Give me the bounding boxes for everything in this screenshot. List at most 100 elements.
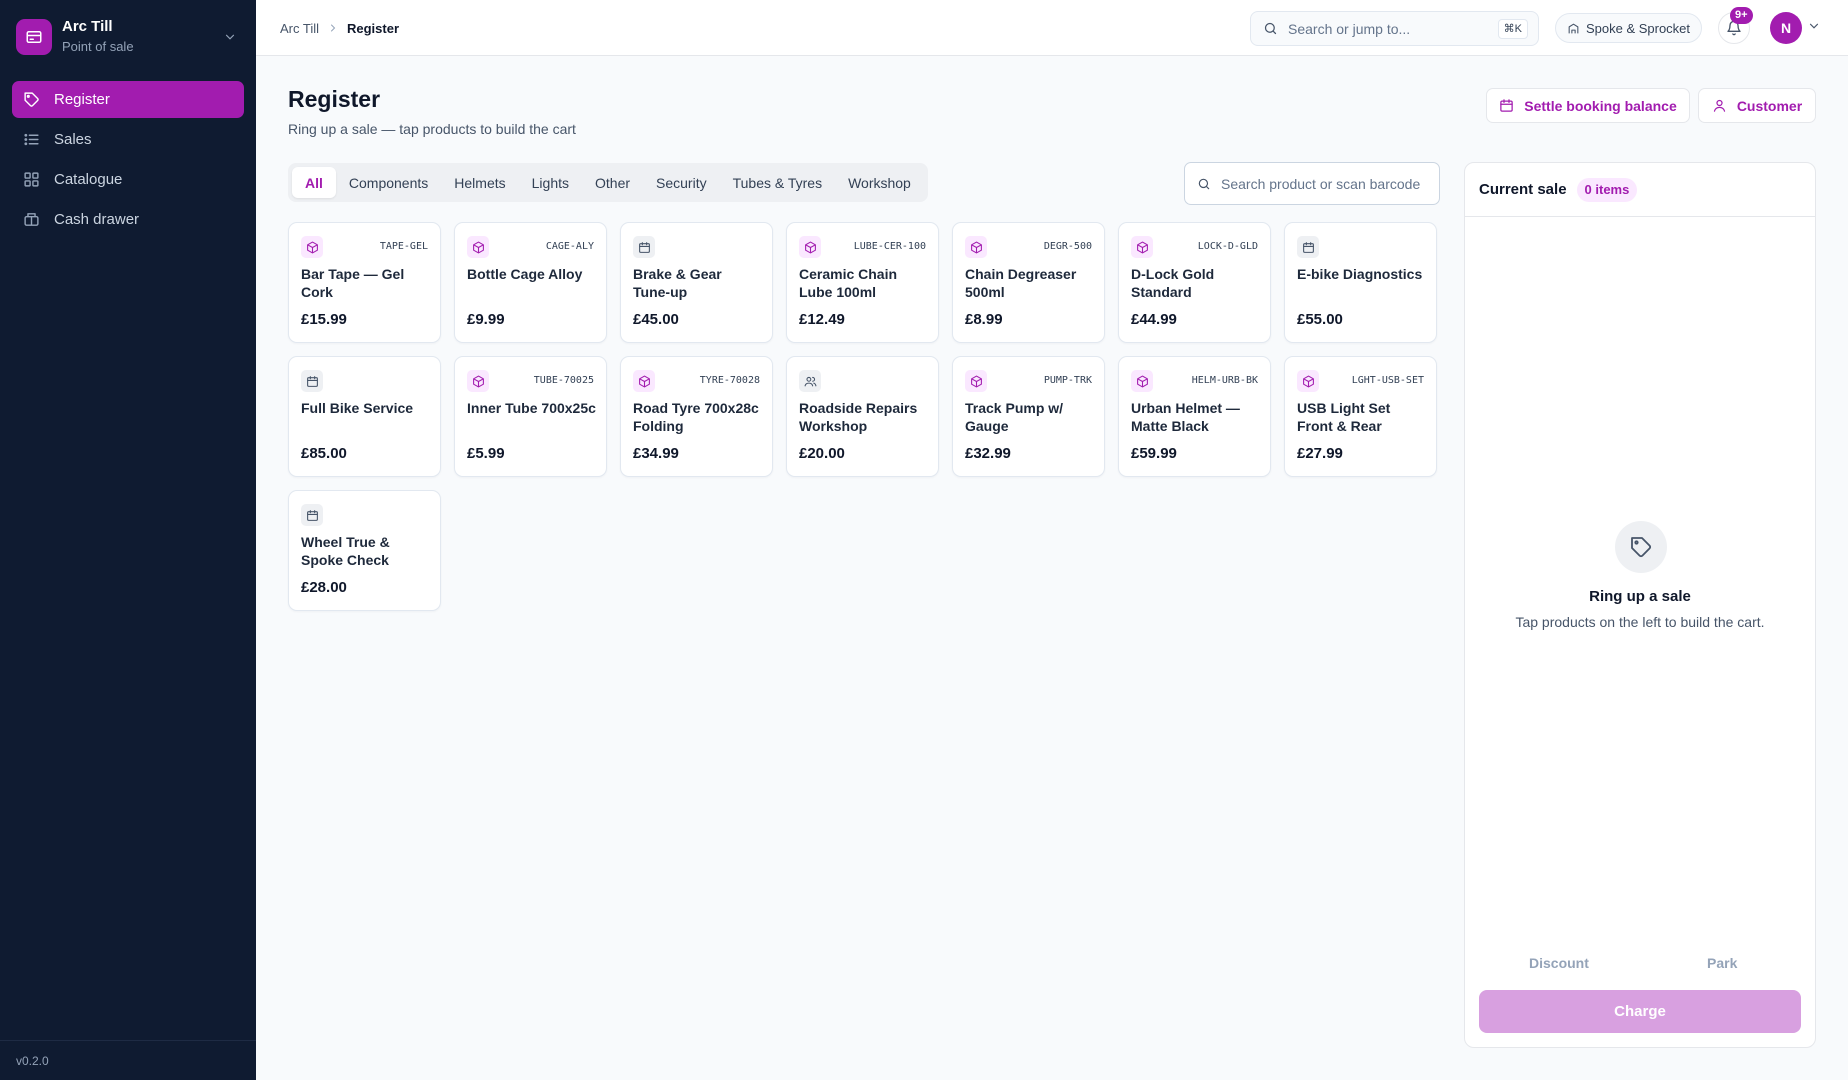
chevron-right-icon <box>327 22 339 34</box>
product-name: Chain Degreaser 500ml <box>965 266 1077 300</box>
topbar: Arc Till Register Search or jump to... ⌘… <box>256 0 1848 56</box>
users-icon <box>799 370 821 392</box>
tab-lights[interactable]: Lights <box>519 167 582 198</box>
product-price: £5.99 <box>467 445 505 462</box>
product-price: £8.99 <box>965 311 1003 328</box>
product-search-input[interactable]: Search product or scan barcode <box>1184 162 1440 205</box>
calendar-icon <box>301 370 323 392</box>
cart-title: Current sale <box>1479 181 1567 198</box>
product-card[interactable]: LOCK-D-GLD D-Lock Gold Standard £44.99 <box>1118 222 1271 343</box>
product-card[interactable]: Wheel True & Spoke Check £28.00 <box>288 490 441 611</box>
chevron-down-icon[interactable] <box>1807 19 1821 33</box>
cart-panel: Current sale 0 items Ring up a sale Tap … <box>1464 162 1816 1048</box>
sidebar: Arc Till Point of sale Register Sales Ca… <box>0 0 256 1080</box>
product-name: Wheel True & Spoke Check <box>301 534 390 568</box>
tab-security[interactable]: Security <box>643 167 720 198</box>
sidebar-item-register[interactable]: Register <box>12 81 244 118</box>
charge-button[interactable]: Charge <box>1479 990 1801 1033</box>
app-name: Arc Till <box>62 18 113 35</box>
product-sku: TUBE-70025 <box>533 375 594 386</box>
package-icon <box>301 236 323 258</box>
product-name: Ceramic Chain Lube 100ml <box>799 266 898 300</box>
tag-icon <box>1615 521 1667 573</box>
product-price: £85.00 <box>301 445 347 462</box>
product-price: £15.99 <box>301 311 347 328</box>
tab-all[interactable]: All <box>292 167 336 198</box>
product-name: Road Tyre 700x28c Folding <box>633 400 759 434</box>
product-card[interactable]: E-bike Diagnostics £55.00 <box>1284 222 1437 343</box>
product-search-placeholder: Search product or scan barcode <box>1221 175 1421 192</box>
product-price: £44.99 <box>1131 311 1177 328</box>
breadcrumb-current: Register <box>347 20 400 36</box>
product-card[interactable]: TYRE-70028 Road Tyre 700x28c Folding £34.9… <box>620 356 773 477</box>
product-card[interactable]: DEGR-500 Chain Degreaser 500ml £8.99 <box>952 222 1105 343</box>
discount-button[interactable]: Discount <box>1529 955 1589 971</box>
product-card[interactable]: LUBE-CER-100 Ceramic Chain Lube 100ml £12.… <box>786 222 939 343</box>
store-switcher-button[interactable]: Spoke & Sprocket <box>1555 13 1702 43</box>
package-icon <box>633 370 655 392</box>
app-switcher[interactable]: Arc Till Point of sale <box>12 14 244 60</box>
product-name: Bar Tape — Gel Cork <box>301 266 405 300</box>
tab-tubes-tyres[interactable]: Tubes & Tyres <box>720 167 835 198</box>
empty-cart-subtitle: Tap products on the left to build the ca… <box>1515 614 1765 630</box>
sidebar-item-catalogue[interactable]: Catalogue <box>12 161 244 198</box>
cart-header: Current sale 0 items <box>1465 163 1815 217</box>
product-card[interactable]: Full Bike Service £85.00 <box>288 356 441 477</box>
breadcrumb-link[interactable]: Arc Till <box>280 21 319 36</box>
tab-helmets[interactable]: Helmets <box>441 167 518 198</box>
product-price: £9.99 <box>467 311 505 328</box>
product-sku: TAPE-GEL <box>379 241 428 252</box>
product-card[interactable]: TUBE-70025 Inner Tube 700x25c £5.99 <box>454 356 607 477</box>
product-price: £12.49 <box>799 311 845 328</box>
calendar-icon <box>1297 236 1319 258</box>
product-card[interactable]: PUMP-TRK Track Pump w/ Gauge £32.99 <box>952 356 1105 477</box>
global-search-input[interactable]: Search or jump to... ⌘K <box>1250 11 1539 46</box>
product-card[interactable]: Brake & Gear Tune-up £45.00 <box>620 222 773 343</box>
calendar-icon <box>1499 98 1514 113</box>
product-name: Brake & Gear Tune-up <box>633 266 722 300</box>
package-icon <box>965 370 987 392</box>
product-name: Urban Helmet — Matte Black <box>1131 400 1240 434</box>
product-sku: CAGE-ALY <box>545 241 594 252</box>
breadcrumb: Arc Till Register <box>280 0 399 56</box>
customer-button[interactable]: Customer <box>1698 88 1816 123</box>
settle-booking-balance-button[interactable]: Settle booking balance <box>1486 88 1690 123</box>
product-price: £27.99 <box>1297 445 1343 462</box>
package-icon <box>467 370 489 392</box>
list-icon <box>22 131 40 149</box>
product-name: USB Light Set Front & Rear <box>1297 400 1391 434</box>
product-card[interactable]: LGHT-USB-SET USB Light Set Front & Rear £2… <box>1284 356 1437 477</box>
search-placeholder: Search or jump to... <box>1288 20 1411 37</box>
product-sku: HELM-URB-BK <box>1191 375 1258 386</box>
sidebar-item-cash-drawer[interactable]: Cash drawer <box>12 201 244 238</box>
keyboard-shortcut: ⌘K <box>1497 19 1528 39</box>
tab-workshop[interactable]: Workshop <box>835 167 924 198</box>
package-icon <box>1297 370 1319 392</box>
page-title: Register <box>288 86 381 112</box>
calendar-icon <box>301 504 323 526</box>
store-name: Spoke & Sprocket <box>1585 20 1691 36</box>
customer-label: Customer <box>1736 97 1803 114</box>
product-card[interactable]: TAPE-GEL Bar Tape — Gel Cork £15.99 <box>288 222 441 343</box>
product-card[interactable]: CAGE-ALY Bottle Cage Alloy £9.99 <box>454 222 607 343</box>
tab-components[interactable]: Components <box>336 167 441 198</box>
product-card[interactable]: HELM-URB-BK Urban Helmet — Matte Black £59… <box>1118 356 1271 477</box>
user-avatar[interactable]: N <box>1770 12 1802 44</box>
product-price: £34.99 <box>633 445 679 462</box>
product-name: Inner Tube 700x25c <box>467 400 596 416</box>
product-name: Bottle Cage Alloy <box>467 266 583 282</box>
sidebar-nav: Register Sales Catalogue Cash drawer <box>12 81 244 241</box>
tab-other[interactable]: Other <box>582 167 643 198</box>
product-sku: PUMP-TRK <box>1043 375 1092 386</box>
sidebar-item-label: Sales <box>54 131 92 148</box>
notification-badge: 9+ <box>1730 7 1753 24</box>
register-logo-icon <box>16 19 52 55</box>
park-button[interactable]: Park <box>1707 955 1737 971</box>
settle-label: Settle booking balance <box>1524 97 1677 114</box>
cart-count-badge: 0 items <box>1576 177 1638 202</box>
sidebar-item-sales[interactable]: Sales <box>12 121 244 158</box>
product-name: D-Lock Gold Standard <box>1131 266 1215 300</box>
calendar-icon <box>633 236 655 258</box>
product-card[interactable]: Roadside Repairs Workshop £20.00 <box>786 356 939 477</box>
product-price: £20.00 <box>799 445 845 462</box>
